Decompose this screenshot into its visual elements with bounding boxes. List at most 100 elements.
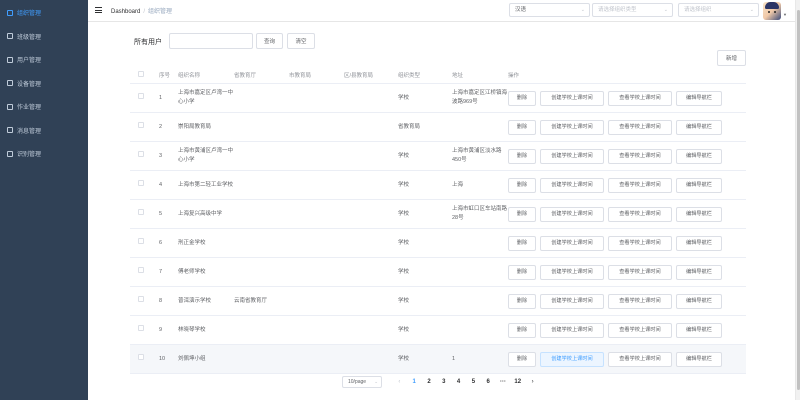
delete-button[interactable]: 删除	[508, 351, 536, 367]
view-school-schedule-button[interactable]: 查看学校上课时间	[608, 206, 672, 222]
view-school-schedule-button[interactable]: 查看学校上课时间	[608, 177, 672, 193]
sidebar-item-homework[interactable]: 作业管理	[0, 95, 88, 119]
page-scrollbar[interactable]	[795, 0, 800, 400]
create-school-schedule-button[interactable]: 创建学校上课时间	[540, 351, 604, 367]
create-school-schedule-button[interactable]: 创建学校上课时间	[540, 293, 604, 309]
more-pages-ellipsis[interactable]: ···	[496, 379, 511, 385]
checkbox-box[interactable]	[138, 180, 144, 186]
create-school-schedule-button[interactable]: 创建学校上课时间	[540, 177, 604, 193]
sidebar-item-recognition[interactable]: 识别管理	[0, 142, 88, 166]
checkbox-box[interactable]	[138, 267, 144, 273]
row-checkbox[interactable]	[130, 122, 150, 132]
caret-down-icon[interactable]: ▼	[783, 12, 787, 17]
row-checkbox[interactable]	[130, 267, 150, 277]
avatar[interactable]	[763, 2, 781, 20]
checkbox-box[interactable]	[138, 93, 144, 99]
view-school-schedule-button[interactable]: 查看学校上课时间	[608, 90, 672, 106]
delete-button[interactable]: 删除	[508, 119, 536, 135]
row-checkbox[interactable]	[130, 151, 150, 161]
checkbox-box[interactable]	[138, 325, 144, 331]
view-school-schedule-button[interactable]: 查看学校上课时间	[608, 351, 672, 367]
create-school-schedule-button[interactable]: 创建学校上课时间	[540, 148, 604, 164]
clear-button[interactable]: 清空	[287, 33, 315, 49]
edit-navbar-button[interactable]: 编辑导航栏	[676, 148, 722, 164]
select-all-checkbox[interactable]	[130, 71, 150, 81]
checkbox-box[interactable]	[138, 296, 144, 302]
create-school-schedule-button[interactable]: 创建学校上课时间	[540, 119, 604, 135]
delete-button[interactable]: 删除	[508, 235, 536, 251]
row-checkbox[interactable]	[130, 354, 150, 364]
table-row[interactable]: 7 傅老师学校 学校 删除 创建学校上课时间 查看学校上课时间 编辑导航栏	[130, 258, 746, 287]
sidebar-item-class[interactable]: 班级管理	[0, 25, 88, 49]
row-checkbox[interactable]	[130, 209, 150, 219]
edit-navbar-button[interactable]: 编辑导航栏	[676, 351, 722, 367]
view-school-schedule-button[interactable]: 查看学校上课时间	[608, 322, 672, 338]
delete-button[interactable]: 删除	[508, 177, 536, 193]
page-4[interactable]: 4	[451, 379, 466, 385]
view-school-schedule-button[interactable]: 查看学校上课时间	[608, 148, 672, 164]
row-checkbox[interactable]	[130, 325, 150, 335]
sidebar-item-user[interactable]: 用户管理	[0, 48, 88, 72]
sidebar-item-organization[interactable]: 组织管理	[0, 1, 88, 25]
search-button[interactable]: 查询	[256, 33, 283, 49]
edit-navbar-button[interactable]: 编辑导航栏	[676, 177, 722, 193]
edit-navbar-button[interactable]: 编辑导航栏	[676, 90, 722, 106]
page-3[interactable]: 3	[436, 379, 451, 385]
delete-button[interactable]: 删除	[508, 206, 536, 222]
add-button[interactable]: 新增	[717, 50, 746, 66]
delete-button[interactable]: 删除	[508, 293, 536, 309]
table-row[interactable]: 4 上海市第二轻工业学校 学校 上海 删除 创建学校上课时间 查看学校上课时间 编辑导航栏	[130, 171, 746, 200]
hamburger-icon[interactable]	[95, 7, 102, 13]
edit-navbar-button[interactable]: 编辑导航栏	[676, 322, 722, 338]
row-checkbox[interactable]	[130, 180, 150, 190]
view-school-schedule-button[interactable]: 查看学校上课时间	[608, 119, 672, 135]
table-row[interactable]: 2 崇阳局教育局 省教育局 删除 创建学校上课时间 查看学校上课时间 编辑导航栏	[130, 113, 746, 142]
edit-navbar-button[interactable]: 编辑导航栏	[676, 235, 722, 251]
language-select[interactable]: 汉语 ⌄	[509, 3, 590, 17]
table-row[interactable]: 8 普洱演示学校 云南省教育厅 学校 删除 创建学校上课时间 查看学校上课时间 编辑导航栏	[130, 287, 746, 316]
create-school-schedule-button[interactable]: 创建学校上课时间	[540, 235, 604, 251]
view-school-schedule-button[interactable]: 查看学校上课时间	[608, 264, 672, 280]
sidebar-item-device[interactable]: 设备管理	[0, 72, 88, 96]
checkbox-box[interactable]	[138, 209, 144, 215]
next-page-button[interactable]: ›	[525, 379, 540, 385]
page-5[interactable]: 5	[466, 379, 481, 385]
sidebar-item-message[interactable]: 消息管理	[0, 119, 88, 143]
table-row[interactable]: 5 上海复兴高级中学 学校 上海市虹口区车站南路28号 删除 创建学校上课时间 查看学校上课…	[130, 200, 746, 229]
checkbox-box[interactable]	[138, 238, 144, 244]
prev-page-button[interactable]: ‹	[392, 379, 407, 385]
row-checkbox[interactable]	[130, 93, 150, 103]
delete-button[interactable]: 删除	[508, 148, 536, 164]
create-school-schedule-button[interactable]: 创建学校上课时间	[540, 90, 604, 106]
table-row[interactable]: 3 上海市黄浦区卢湾一中心小学 学校 上海市黄浦区淡水路450号 删除 创建学校上课时间查…	[130, 142, 746, 171]
edit-navbar-button[interactable]: 编辑导航栏	[676, 264, 722, 280]
page-size-select[interactable]: 10/page ⌄	[342, 376, 382, 388]
view-school-schedule-button[interactable]: 查看学校上课时间	[608, 293, 672, 309]
edit-navbar-button[interactable]: 编辑导航栏	[676, 293, 722, 309]
table-row[interactable]: 1 上海市嘉定区卢湾一中心小学 学校 上海市嘉定区江桥镇海波路969号 删除 创建学校上课…	[130, 84, 746, 113]
table-row[interactable]: 10 刘佩坤小组 学校 1 删除 创建学校上课时间 查看学校上课时间 编辑导航栏	[130, 345, 746, 374]
create-school-schedule-button[interactable]: 创建学校上课时间	[540, 206, 604, 222]
edit-navbar-button[interactable]: 编辑导航栏	[676, 119, 722, 135]
create-school-schedule-button[interactable]: 创建学校上课时间	[540, 264, 604, 280]
page-2[interactable]: 2	[422, 379, 437, 385]
checkbox-box[interactable]	[138, 122, 144, 128]
row-checkbox[interactable]	[130, 296, 150, 306]
delete-button[interactable]: 删除	[508, 90, 536, 106]
page-12[interactable]: 12	[510, 379, 525, 385]
view-school-schedule-button[interactable]: 查看学校上课时间	[608, 235, 672, 251]
table-row[interactable]: 6 刑正金学校 学校 删除 创建学校上课时间 查看学校上课时间 编辑导航栏	[130, 229, 746, 258]
table-row[interactable]: 9 林晓琴学校 学校 删除 创建学校上课时间 查看学校上课时间 编辑导航栏	[130, 316, 746, 345]
delete-button[interactable]: 删除	[508, 264, 536, 280]
row-checkbox[interactable]	[130, 238, 150, 248]
search-input[interactable]	[169, 33, 253, 49]
checkbox-box[interactable]	[138, 151, 144, 157]
edit-navbar-button[interactable]: 编辑导航栏	[676, 206, 722, 222]
page-6[interactable]: 6	[481, 379, 496, 385]
checkbox-box[interactable]	[138, 71, 144, 77]
org-type-select[interactable]: 请选择组织类型 ⌄	[592, 3, 673, 17]
page-1[interactable]: 1	[407, 379, 422, 385]
create-school-schedule-button[interactable]: 创建学校上课时间	[540, 322, 604, 338]
checkbox-box[interactable]	[138, 354, 144, 360]
delete-button[interactable]: 删除	[508, 322, 536, 338]
